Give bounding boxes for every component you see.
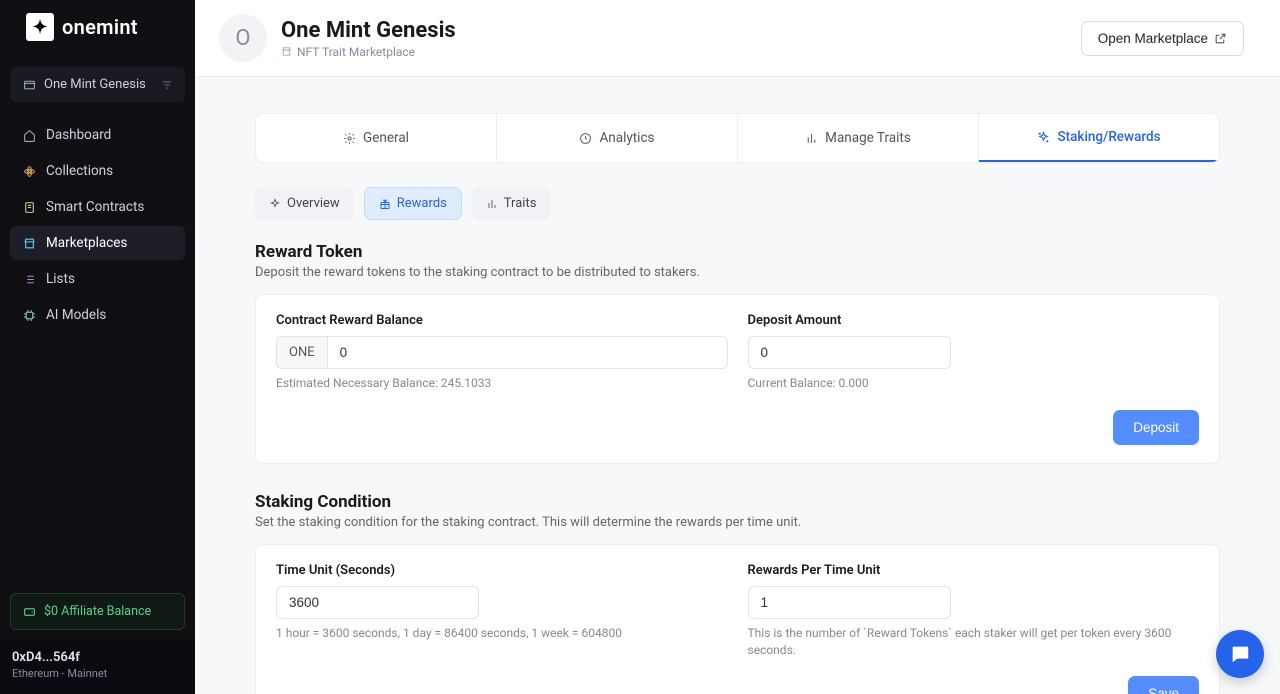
contract-balance-input[interactable] — [327, 336, 728, 369]
brand-name: onemint — [62, 15, 138, 39]
main-content: O One Mint Genesis NFT Trait Marketplace… — [195, 0, 1280, 694]
deposit-amount-input[interactable] — [748, 336, 951, 369]
chip-icon — [22, 308, 36, 322]
gear-icon — [343, 132, 356, 145]
rewards-per-unit-input[interactable] — [748, 586, 951, 619]
list-icon — [22, 272, 36, 286]
current-balance-text: Current Balance: 0.000 — [748, 375, 1200, 392]
estimated-balance-text: Estimated Necessary Balance: 245.1033 — [276, 375, 728, 392]
affiliate-balance[interactable]: $0 Affiliate Balance — [10, 593, 185, 630]
time-unit-help: 1 hour = 3600 seconds, 1 day = 86400 sec… — [276, 625, 728, 642]
page-header: O One Mint Genesis NFT Trait Marketplace… — [195, 0, 1280, 77]
nav-dashboard[interactable]: Dashboard — [10, 118, 185, 152]
workspace-selector[interactable]: One Mint Genesis — [10, 67, 185, 102]
nav-smart-contracts[interactable]: Smart Contracts — [10, 190, 185, 224]
document-icon — [22, 200, 36, 214]
reward-token-panel: Contract Reward Balance ONE Estimated Ne… — [255, 294, 1220, 464]
bars-icon — [805, 132, 818, 145]
subtabs: Overview Rewards Traits — [255, 187, 1220, 220]
sidebar: ✦ onemint One Mint Genesis Dashboard Col… — [0, 0, 195, 694]
time-unit-input[interactable] — [276, 586, 479, 619]
section-desc: Deposit the reward tokens to the staking… — [255, 265, 1220, 280]
subtab-traits[interactable]: Traits — [472, 187, 551, 220]
page-title: One Mint Genesis — [281, 18, 456, 43]
wallet-icon — [23, 605, 36, 618]
section-title: Reward Token — [255, 242, 1220, 262]
staking-panel: Time Unit (Seconds) 1 hour = 3600 second… — [255, 544, 1220, 694]
section-staking-condition: Staking Condition Set the staking condit… — [255, 492, 1220, 694]
section-reward-token: Reward Token Deposit the reward tokens t… — [255, 242, 1220, 464]
filter-icon — [161, 79, 173, 91]
nav-ai-models[interactable]: AI Models — [10, 298, 185, 332]
tab-analytics[interactable]: Analytics — [497, 114, 738, 162]
home-icon — [22, 128, 36, 142]
tab-manage-traits[interactable]: Manage Traits — [738, 114, 979, 162]
nav-lists[interactable]: Lists — [10, 262, 185, 296]
gift-icon — [379, 198, 391, 210]
field-deposit-amount: Deposit Amount Current Balance: 0.000 — [748, 313, 1200, 392]
brand-logo[interactable]: ✦ onemint — [0, 0, 195, 54]
wallet-network: Ethereum - Mainnet — [12, 667, 183, 680]
main-tabs: General Analytics Manage Traits Staking/… — [255, 113, 1220, 163]
field-time-unit: Time Unit (Seconds) 1 hour = 3600 second… — [276, 563, 728, 659]
external-link-icon — [1214, 32, 1227, 45]
deposit-button[interactable]: Deposit — [1113, 410, 1199, 445]
field-rewards-per-unit: Rewards Per Time Unit This is the number… — [748, 563, 1200, 659]
sparkle-icon — [269, 198, 281, 210]
page-subtitle: NFT Trait Marketplace — [281, 45, 456, 59]
project-avatar: O — [219, 14, 267, 62]
atom-icon — [22, 164, 36, 178]
wallet-address: 0xD4...564f — [12, 650, 183, 665]
store-icon — [22, 236, 36, 250]
wallet-info[interactable]: 0xD4...564f Ethereum - Mainnet — [0, 640, 195, 694]
primary-nav: Dashboard Collections Smart Contracts Ma… — [0, 112, 195, 340]
open-marketplace-button[interactable]: Open Marketplace — [1081, 21, 1244, 56]
section-title: Staking Condition — [255, 492, 1220, 512]
nav-marketplaces[interactable]: Marketplaces — [10, 226, 185, 260]
section-desc: Set the staking condition for the stakin… — [255, 515, 1220, 530]
box-icon — [22, 78, 36, 92]
save-button[interactable]: Save — [1128, 676, 1199, 694]
sparkle-icon — [1037, 131, 1050, 144]
store-icon — [281, 46, 292, 57]
chart-icon — [486, 198, 498, 210]
currency-prefix: ONE — [276, 336, 327, 369]
rewards-help: This is the number of `Reward Tokens` ea… — [748, 625, 1200, 659]
clock-icon — [579, 132, 592, 145]
nav-collections[interactable]: Collections — [10, 154, 185, 188]
subtab-rewards[interactable]: Rewards — [364, 187, 462, 220]
logo-mark-icon: ✦ — [26, 13, 54, 41]
chat-icon — [1229, 643, 1251, 665]
chat-widget[interactable] — [1216, 630, 1264, 678]
subtab-overview[interactable]: Overview — [255, 187, 354, 220]
tab-general[interactable]: General — [256, 114, 497, 162]
tab-staking-rewards[interactable]: Staking/Rewards — [979, 114, 1219, 162]
workspace-name: One Mint Genesis — [44, 77, 146, 92]
field-contract-balance: Contract Reward Balance ONE Estimated Ne… — [276, 313, 728, 392]
